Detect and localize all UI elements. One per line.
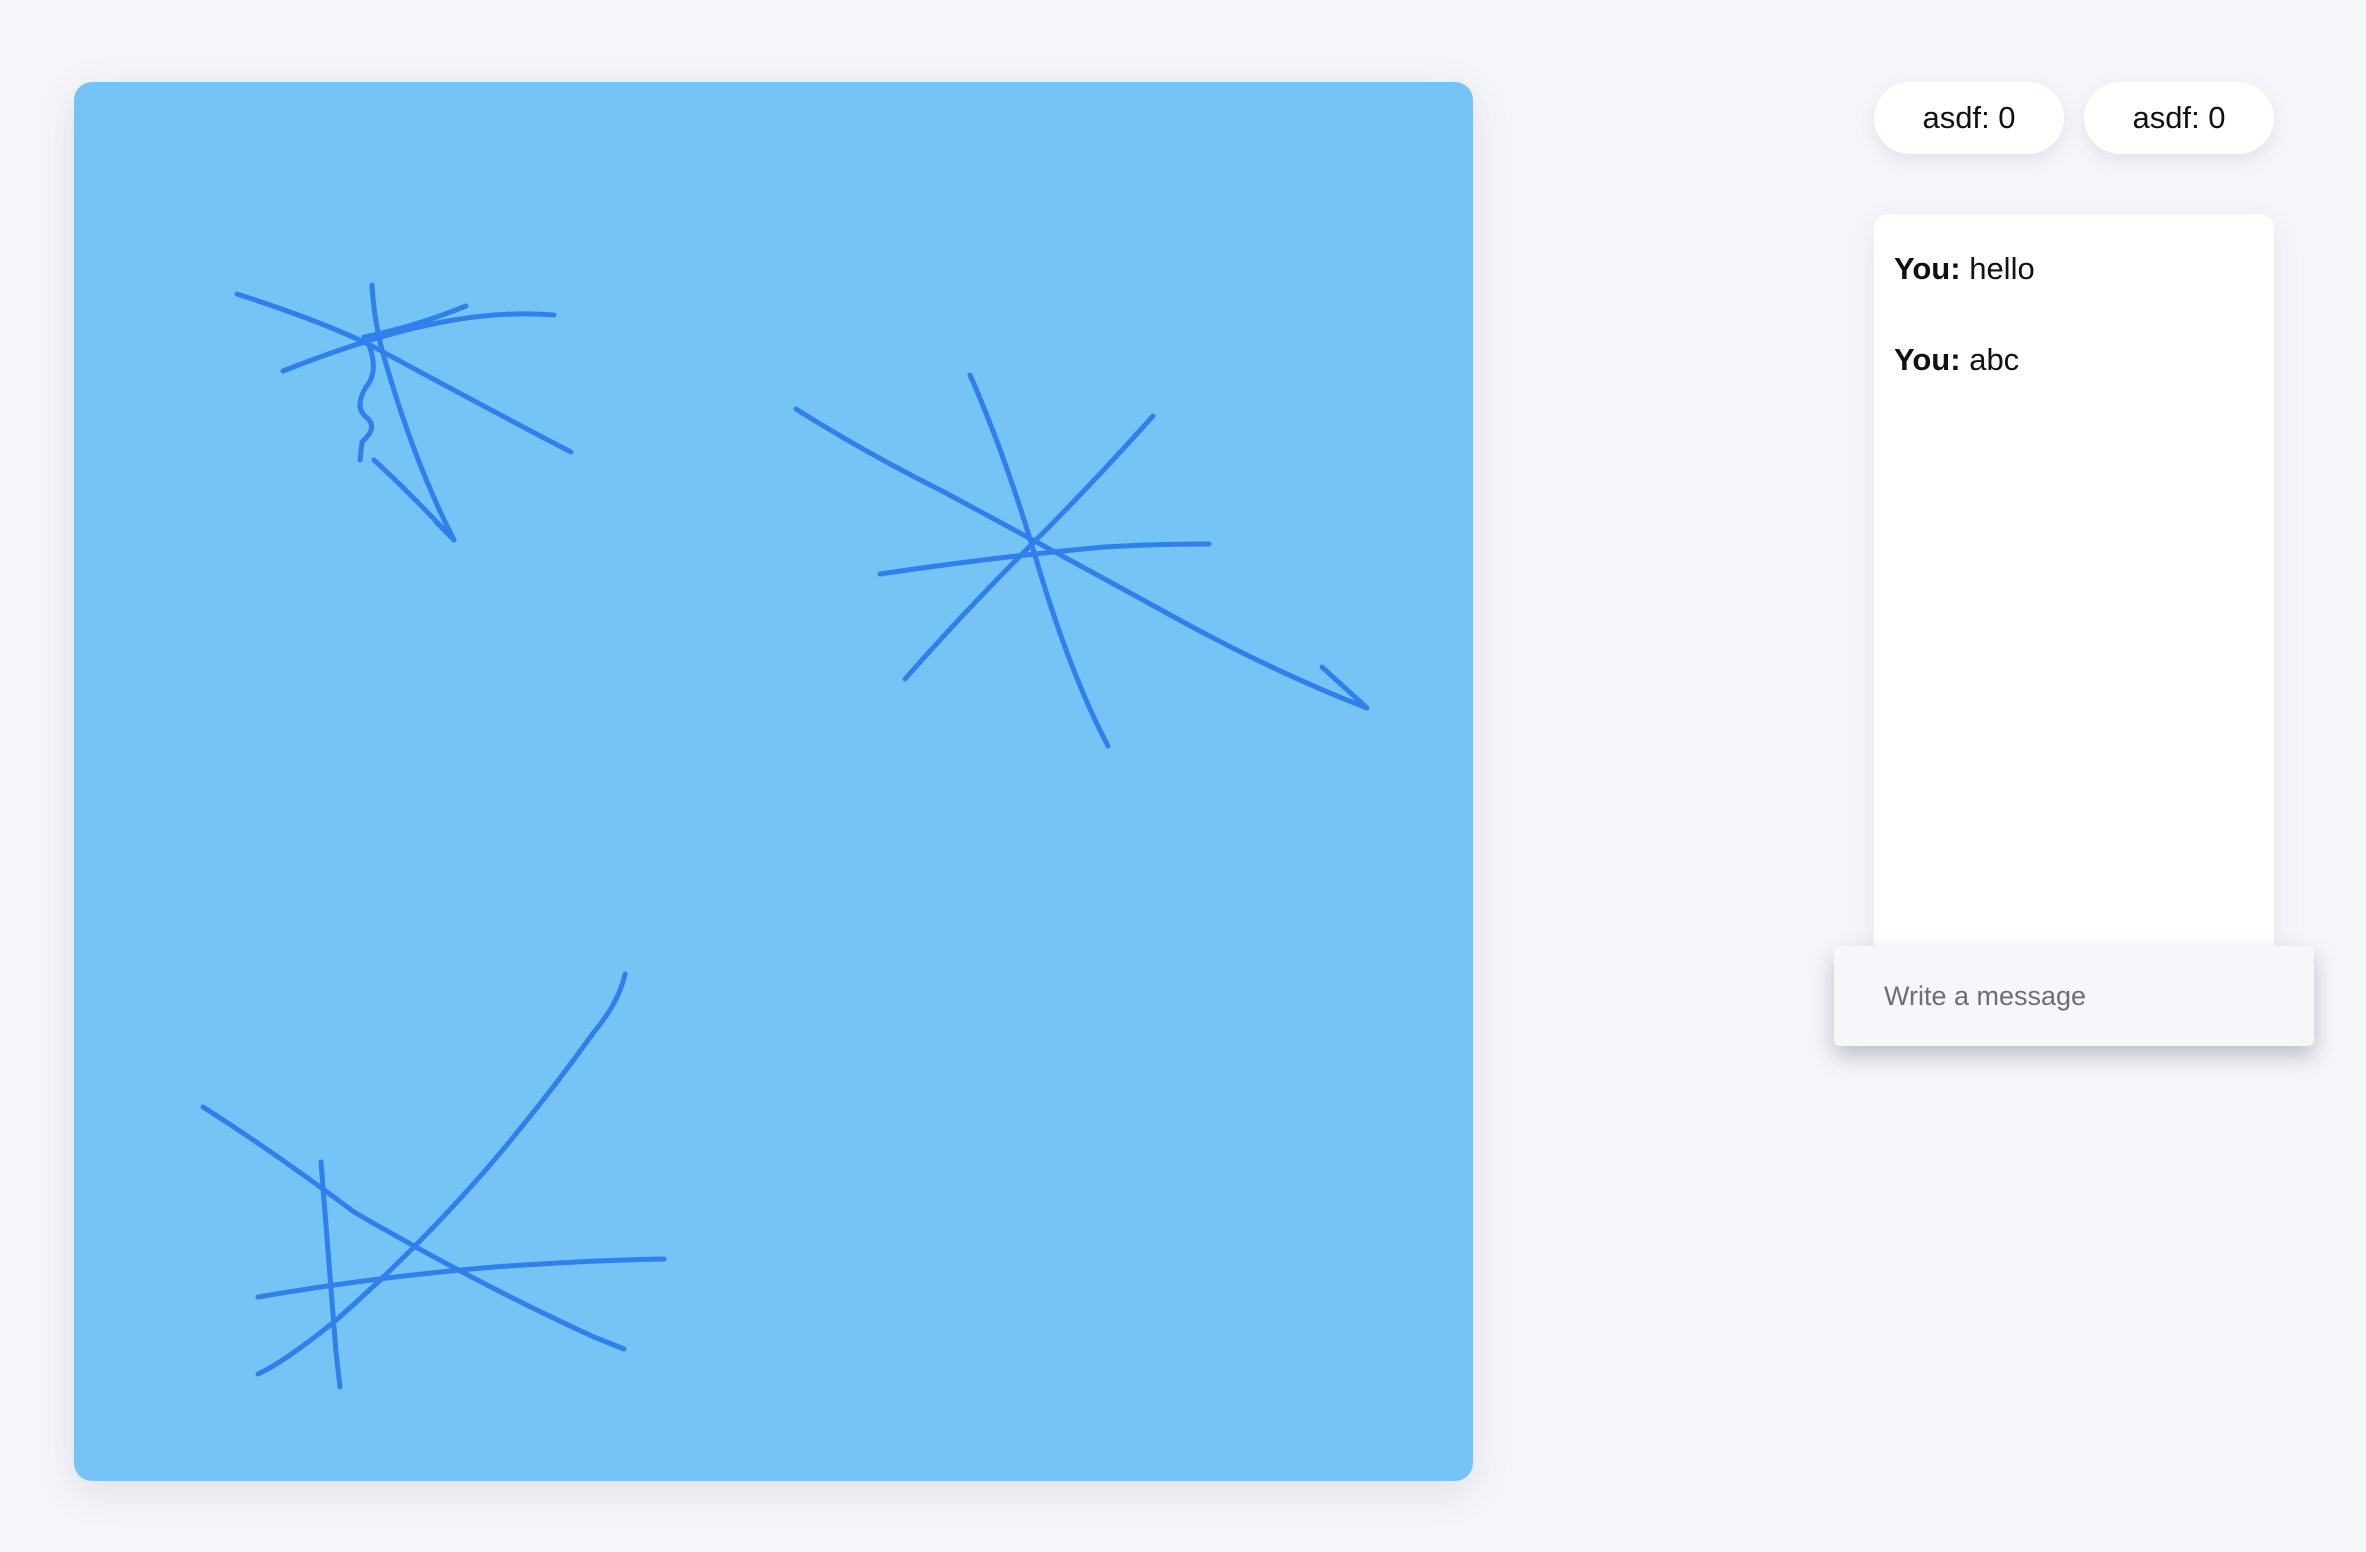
chat-messages[interactable]: You: hello You: abc: [1874, 214, 2274, 378]
message-gap: [1961, 251, 1970, 286]
chat-message: You: hello: [1894, 250, 2254, 287]
message-text: abc: [1969, 342, 2020, 378]
stroke: [255, 971, 628, 1377]
chat-message: You: abc: [1894, 341, 2254, 378]
message-author: You:: [1894, 342, 1961, 378]
message-author: You:: [1894, 251, 1961, 286]
stroke: [371, 457, 457, 543]
player-score: 0: [1998, 100, 2016, 135]
player-name: asdf: [2132, 100, 2192, 135]
drawing-surface[interactable]: [74, 82, 1473, 1481]
score-separator: :: [1981, 100, 1999, 135]
message-text: hello: [1969, 251, 2035, 286]
player-name: asdf: [1922, 100, 1982, 135]
player-score: 0: [2208, 100, 2226, 135]
drawing-canvas[interactable]: [74, 82, 1473, 1481]
chat-panel: You: hello You: abc: [1874, 214, 2274, 954]
score-separator: :: [2191, 100, 2209, 135]
player-score-badge: asdf: 0: [2084, 82, 2274, 154]
player-score-badge: asdf: 0: [1874, 82, 2064, 154]
message-gap: [1961, 342, 1970, 377]
stroke: [255, 1256, 667, 1300]
stroke: [793, 406, 1370, 711]
drawn-strokes: [200, 282, 1370, 1390]
message-input[interactable]: [1834, 946, 2314, 1046]
stroke: [357, 342, 376, 463]
stroke: [200, 1104, 627, 1352]
